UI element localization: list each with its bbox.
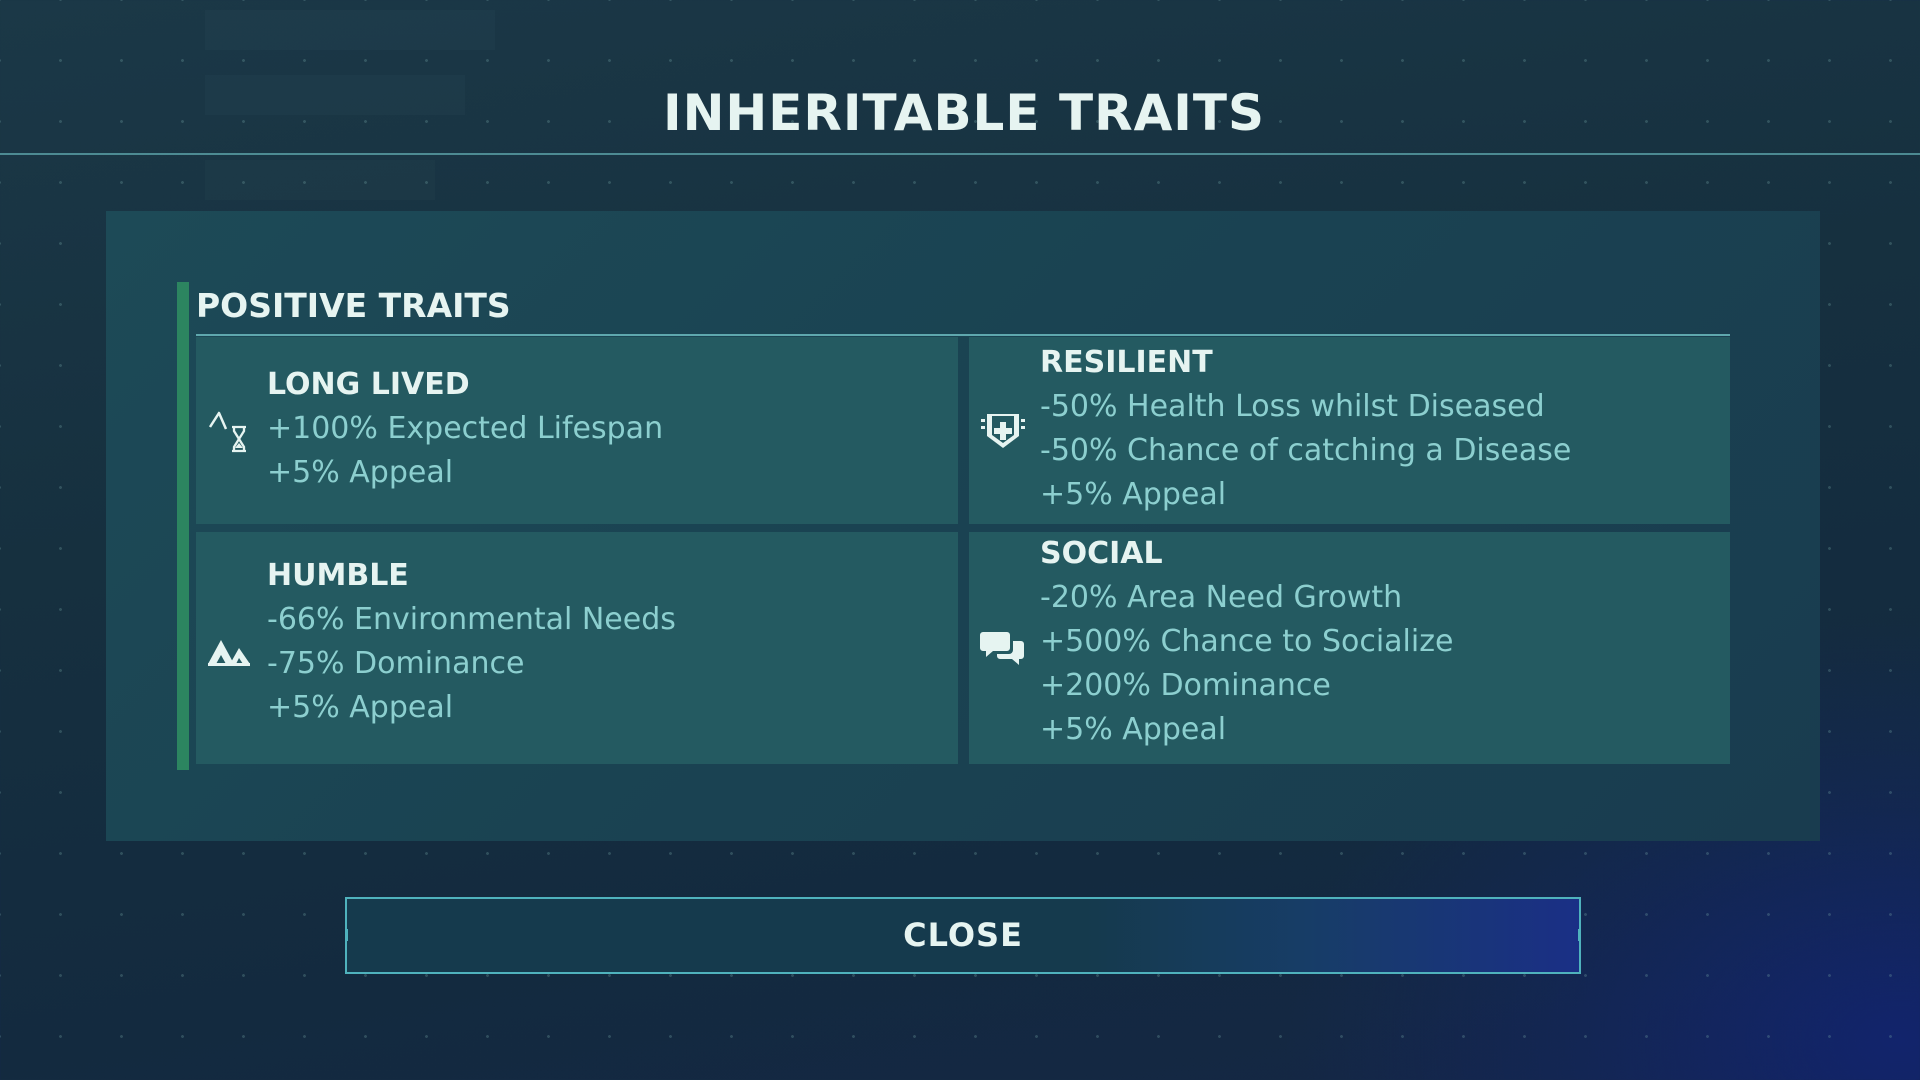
trait-effect: -75% Dominance [267, 646, 525, 681]
background-ghost-row [205, 10, 495, 50]
background-ghost-row [205, 160, 435, 200]
close-button-label: CLOSE [903, 916, 1023, 954]
trait-effect: +5% Appeal [267, 455, 454, 490]
trait-effect: +100% Expected Lifespan [267, 411, 664, 446]
trait-effect: +200% Dominance [1040, 668, 1331, 703]
trait-details: RESILIENT -50% Health Loss whilst Diseas… [1040, 341, 1571, 517]
title-divider [0, 153, 1920, 155]
trait-card-social: SOCIAL -20% Area Need Growth +500% Chanc… [969, 532, 1730, 764]
trait-name: LONG LIVED [267, 367, 470, 402]
section-header: POSITIVE TRAITS [196, 286, 1730, 336]
trait-effect: +5% Appeal [1040, 477, 1227, 512]
trait-effect: +500% Chance to Socialize [1040, 624, 1454, 659]
trait-effect: -66% Environmental Needs [267, 602, 676, 637]
lifespan-hourglass-icon [206, 407, 254, 455]
speech-bubbles-icon [979, 624, 1027, 672]
trait-name: RESILIENT [1040, 345, 1213, 380]
section-title: POSITIVE TRAITS [196, 286, 511, 325]
close-button[interactable]: CLOSE [345, 897, 1581, 974]
trait-details: HUMBLE -66% Environmental Needs -75% Dom… [267, 554, 676, 730]
trait-effect: +5% Appeal [267, 690, 454, 725]
trait-card-resilient: RESILIENT -50% Health Loss whilst Diseas… [969, 337, 1730, 524]
trait-name: SOCIAL [1040, 536, 1163, 571]
trait-card-humble: HUMBLE -66% Environmental Needs -75% Dom… [196, 532, 958, 764]
page-title: INHERITABLE TRAITS [662, 84, 1266, 142]
shield-plus-icon [979, 406, 1027, 454]
trait-details: SOCIAL -20% Area Need Growth +500% Chanc… [1040, 532, 1453, 752]
trait-details: LONG LIVED +100% Expected Lifespan +5% A… [267, 363, 663, 495]
trait-effect: -20% Area Need Growth [1040, 580, 1403, 615]
humble-mountain-icon [206, 626, 254, 674]
trait-name: HUMBLE [267, 558, 409, 593]
trait-effect: -50% Chance of catching a Disease [1040, 433, 1572, 468]
trait-effect: -50% Health Loss whilst Diseased [1040, 389, 1545, 424]
trait-effect: +5% Appeal [1040, 712, 1227, 747]
trait-card-long-lived: LONG LIVED +100% Expected Lifespan +5% A… [196, 337, 958, 524]
section-accent-bar [177, 282, 189, 770]
